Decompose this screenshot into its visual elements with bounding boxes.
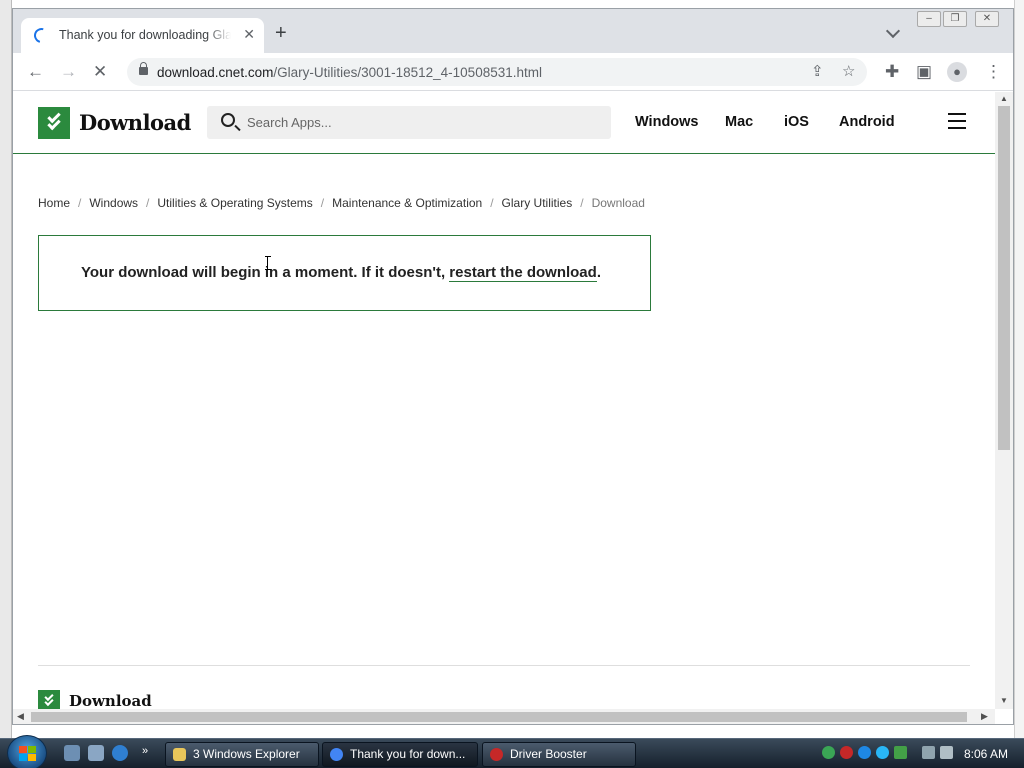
new-tab-button[interactable]: + [275, 23, 287, 43]
scroll-left-arrow-icon[interactable]: ◀ [17, 711, 24, 722]
text-cursor-icon [265, 256, 273, 270]
windows-flag-icon [19, 746, 37, 762]
taskbar-label-explorer: 3 Windows Explorer [193, 747, 300, 761]
restart-download-link[interactable]: restart the download [449, 264, 597, 282]
taskbar: » 3 Windows Explorer Thank you for down.… [0, 735, 1024, 768]
taskbar-label-chrome: Thank you for down... [350, 747, 466, 761]
chrome-icon [330, 748, 343, 761]
breadcrumb-maintenance[interactable]: Maintenance & Optimization [332, 196, 482, 210]
driver-booster-icon [490, 748, 503, 761]
scroll-down-arrow-icon[interactable]: ▼ [1000, 696, 1008, 705]
tab-title: Thank you for downloading Glary Utilitie… [59, 28, 231, 42]
footer-divider [38, 665, 970, 666]
bookmark-star-icon[interactable]: ☆ [842, 62, 855, 80]
url-host: download.cnet.com [157, 65, 274, 80]
breadcrumb-current: Download [591, 196, 645, 210]
show-desktop-icon[interactable] [64, 745, 80, 761]
vertical-scroll-thumb[interactable] [998, 106, 1010, 450]
download-message-end: . [596, 264, 601, 281]
horizontal-scroll-thumb[interactable] [31, 712, 967, 722]
quicklaunch-overflow-icon[interactable]: » [142, 745, 158, 761]
lock-icon [139, 62, 148, 75]
search-input[interactable] [247, 112, 587, 132]
download-message: Your download will begin in a moment. If… [81, 264, 601, 282]
tab-strip: Thank you for downloading Glary Utilitie… [13, 9, 1013, 53]
scroll-up-arrow-icon[interactable]: ▲ [1000, 94, 1008, 103]
desktop-background-right [1014, 0, 1024, 738]
tray-volume-icon[interactable] [940, 746, 953, 759]
back-arrow-icon[interactable]: ← [27, 62, 44, 82]
breadcrumb-glary[interactable]: Glary Utilities [502, 196, 573, 210]
url-path: /Glary-Utilities/3001-18512_4-10508531.h… [273, 65, 542, 80]
vertical-scrollbar[interactable]: ▲ ▼ [995, 92, 1013, 709]
extensions-puzzle-icon[interactable]: ✚ [885, 62, 899, 82]
start-button[interactable] [7, 735, 47, 768]
tab-active[interactable]: Thank you for downloading Glary Utilitie… [21, 18, 264, 53]
search-box[interactable] [207, 106, 611, 139]
tray-monitor-icon[interactable] [922, 746, 935, 759]
tray-network-icon[interactable] [822, 746, 835, 759]
nav-android[interactable]: Android [839, 114, 895, 130]
tray-update-icon[interactable] [876, 746, 889, 759]
tab-close-icon[interactable]: ✕ [243, 26, 255, 43]
site-logo-text[interactable]: Download [79, 110, 191, 135]
desktop-background [0, 0, 12, 738]
taskbar-chrome[interactable]: Thank you for down... [322, 742, 478, 767]
stop-loading-icon[interactable]: ✕ [93, 62, 107, 82]
folder-icon [173, 748, 186, 761]
breadcrumb-windows[interactable]: Windows [89, 196, 138, 210]
breadcrumb-home[interactable]: Home [38, 196, 70, 210]
breadcrumb: Home / Windows / Utilities & Operating Syste… [38, 196, 645, 210]
share-icon[interactable]: ⇪ [811, 62, 824, 80]
taskbar-driver-booster[interactable]: Driver Booster [482, 742, 636, 767]
tab-search-chevron-icon[interactable] [885, 23, 901, 39]
loading-spinner-icon [31, 25, 52, 46]
close-window-button[interactable]: ✕ [975, 11, 999, 27]
nav-mac[interactable]: Mac [725, 114, 753, 130]
site-header: Download Windows Mac iOS Android [13, 92, 995, 154]
url-text[interactable]: download.cnet.com/Glary-Utilities/3001-1… [157, 65, 542, 80]
horizontal-scrollbar[interactable]: ◀ ▶ [13, 709, 995, 724]
hamburger-menu-icon[interactable] [948, 113, 966, 129]
footer-logo-text[interactable]: Download [69, 692, 152, 709]
taskbar-label-driver-booster: Driver Booster [510, 747, 587, 761]
search-icon [221, 113, 235, 127]
tray-security-icon[interactable] [894, 746, 907, 759]
download-message-text: Your download will begin in a moment. If… [81, 264, 446, 281]
tray-app-icon[interactable] [858, 746, 871, 759]
download-logo-icon[interactable] [38, 107, 70, 139]
nav-windows[interactable]: Windows [635, 114, 699, 130]
minimize-button[interactable]: – [917, 11, 941, 27]
system-tray: 8:06 AM [818, 739, 1024, 768]
menu-kebab-icon[interactable]: ⋮ [985, 62, 1002, 82]
internet-explorer-icon[interactable] [112, 745, 128, 761]
scroll-right-arrow-icon[interactable]: ▶ [981, 711, 988, 722]
breadcrumb-utilities[interactable]: Utilities & Operating Systems [157, 196, 312, 210]
browser-toolbar: ← → ✕ download.cnet.com/Glary-Utilities/… [13, 53, 1013, 91]
address-bar[interactable]: download.cnet.com/Glary-Utilities/3001-1… [127, 58, 867, 86]
side-panel-icon[interactable]: ▣ [916, 62, 932, 82]
profile-avatar-icon[interactable]: ● [947, 62, 967, 82]
taskbar-windows-explorer[interactable]: 3 Windows Explorer [165, 742, 319, 767]
maximize-button[interactable]: ❐ [943, 11, 967, 27]
tray-driver-booster-icon[interactable] [840, 746, 853, 759]
nav-ios[interactable]: iOS [784, 114, 809, 130]
browser-window: Thank you for downloading Glary Utilitie… [12, 8, 1014, 725]
footer-download-logo-icon[interactable] [38, 690, 60, 709]
forward-arrow-icon[interactable]: → [60, 62, 77, 82]
download-message-box: Your download will begin in a moment. If… [38, 235, 651, 311]
page-content: Download Windows Mac iOS Android Home/Wi… [13, 92, 995, 709]
taskbar-clock[interactable]: 8:06 AM [964, 747, 1008, 761]
switch-windows-icon[interactable] [88, 745, 104, 761]
